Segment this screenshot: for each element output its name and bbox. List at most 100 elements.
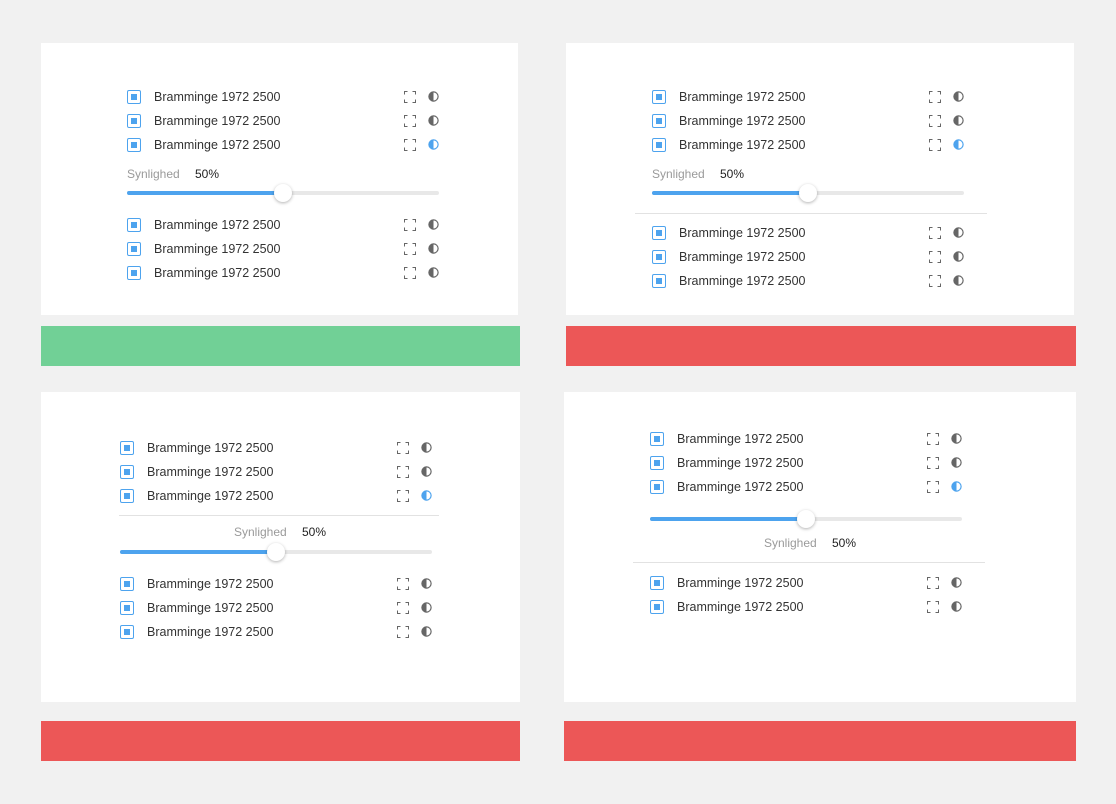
layer-checkbox[interactable] <box>127 90 141 104</box>
contrast-icon[interactable] <box>428 267 439 278</box>
contrast-icon[interactable] <box>953 115 964 126</box>
layer-row[interactable]: Bramminge 1972 2500 <box>127 85 442 109</box>
contrast-icon-active[interactable] <box>951 481 962 492</box>
opacity-slider[interactable] <box>120 543 432 561</box>
layer-checkbox[interactable] <box>650 576 664 590</box>
layer-row[interactable]: Bramminge 1972 2500 <box>650 451 965 475</box>
contrast-icon[interactable] <box>953 91 964 102</box>
fullscreen-icon[interactable] <box>404 91 416 103</box>
fullscreen-icon[interactable] <box>397 490 409 502</box>
layer-row[interactable]: Bramminge 1972 2500 <box>652 245 967 269</box>
layer-row[interactable]: Bramminge 1972 2500 <box>127 261 442 285</box>
layer-row[interactable]: Bramminge 1972 2500 <box>650 595 965 619</box>
contrast-icon-active[interactable] <box>428 139 439 150</box>
layer-row[interactable]: Bramminge 1972 2500 <box>120 436 435 460</box>
layer-checkbox[interactable] <box>127 242 141 256</box>
slider-thumb[interactable] <box>274 184 292 202</box>
layer-checkbox[interactable] <box>120 489 134 503</box>
fullscreen-icon[interactable] <box>927 457 939 469</box>
opacity-slider[interactable] <box>650 510 962 528</box>
fullscreen-icon[interactable] <box>929 227 941 239</box>
layer-row[interactable]: Bramminge 1972 2500 <box>127 213 442 237</box>
layer-row-active[interactable]: Bramminge 1972 2500 <box>120 484 435 508</box>
layer-row[interactable]: Bramminge 1972 2500 <box>652 85 967 109</box>
fullscreen-icon[interactable] <box>404 115 416 127</box>
fullscreen-icon[interactable] <box>404 219 416 231</box>
contrast-icon[interactable] <box>421 626 432 637</box>
fullscreen-icon[interactable] <box>397 578 409 590</box>
contrast-icon[interactable] <box>428 243 439 254</box>
layer-row[interactable]: Bramminge 1972 2500 <box>652 109 967 133</box>
fullscreen-icon[interactable] <box>404 243 416 255</box>
fullscreen-icon[interactable] <box>404 267 416 279</box>
contrast-icon[interactable] <box>428 219 439 230</box>
contrast-icon-active[interactable] <box>421 490 432 501</box>
contrast-icon[interactable] <box>951 457 962 468</box>
layer-checkbox[interactable] <box>120 465 134 479</box>
layer-checkbox[interactable] <box>650 432 664 446</box>
contrast-icon[interactable] <box>953 227 964 238</box>
contrast-icon[interactable] <box>421 578 432 589</box>
fullscreen-icon[interactable] <box>929 139 941 151</box>
fullscreen-icon[interactable] <box>397 442 409 454</box>
layer-checkbox[interactable] <box>650 600 664 614</box>
contrast-icon[interactable] <box>951 433 962 444</box>
fullscreen-icon[interactable] <box>929 275 941 287</box>
layer-row-active[interactable]: Bramminge 1972 2500 <box>127 133 442 157</box>
contrast-icon[interactable] <box>428 91 439 102</box>
slider-thumb[interactable] <box>799 184 817 202</box>
contrast-icon[interactable] <box>951 601 962 612</box>
layer-checkbox[interactable] <box>127 218 141 232</box>
layer-checkbox[interactable] <box>127 114 141 128</box>
contrast-icon[interactable] <box>421 466 432 477</box>
fullscreen-icon[interactable] <box>397 466 409 478</box>
slider-thumb[interactable] <box>267 543 285 561</box>
layer-row[interactable]: Bramminge 1972 2500 <box>127 109 442 133</box>
layer-checkbox[interactable] <box>120 625 134 639</box>
contrast-icon[interactable] <box>953 275 964 286</box>
fullscreen-icon[interactable] <box>927 481 939 493</box>
layer-checkbox[interactable] <box>127 266 141 280</box>
fullscreen-icon[interactable] <box>927 577 939 589</box>
fullscreen-icon[interactable] <box>397 602 409 614</box>
opacity-slider[interactable] <box>127 184 439 202</box>
layer-row[interactable]: Bramminge 1972 2500 <box>650 427 965 451</box>
contrast-icon[interactable] <box>953 251 964 262</box>
contrast-icon[interactable] <box>421 442 432 453</box>
layer-row[interactable]: Bramminge 1972 2500 <box>652 269 967 293</box>
layer-checkbox[interactable] <box>652 250 666 264</box>
layer-row[interactable]: Bramminge 1972 2500 <box>120 596 435 620</box>
fullscreen-icon[interactable] <box>929 251 941 263</box>
layer-row[interactable]: Bramminge 1972 2500 <box>652 221 967 245</box>
layer-checkbox[interactable] <box>652 274 666 288</box>
layer-checkbox[interactable] <box>652 226 666 240</box>
layer-row-active[interactable]: Bramminge 1972 2500 <box>650 475 965 499</box>
layer-checkbox[interactable] <box>120 601 134 615</box>
layer-row[interactable]: Bramminge 1972 2500 <box>120 620 435 644</box>
layer-checkbox[interactable] <box>652 114 666 128</box>
opacity-slider[interactable] <box>652 184 964 202</box>
layer-checkbox[interactable] <box>652 138 666 152</box>
layer-row[interactable]: Bramminge 1972 2500 <box>650 571 965 595</box>
contrast-icon[interactable] <box>951 577 962 588</box>
layer-checkbox[interactable] <box>120 577 134 591</box>
layer-row-active[interactable]: Bramminge 1972 2500 <box>652 133 967 157</box>
contrast-icon[interactable] <box>421 602 432 613</box>
contrast-icon-active[interactable] <box>953 139 964 150</box>
contrast-icon[interactable] <box>428 115 439 126</box>
fullscreen-icon[interactable] <box>929 91 941 103</box>
layer-checkbox[interactable] <box>650 480 664 494</box>
layer-row[interactable]: Bramminge 1972 2500 <box>120 572 435 596</box>
layer-checkbox[interactable] <box>127 138 141 152</box>
fullscreen-icon[interactable] <box>404 139 416 151</box>
layer-checkbox[interactable] <box>652 90 666 104</box>
fullscreen-icon[interactable] <box>927 601 939 613</box>
slider-thumb[interactable] <box>797 510 815 528</box>
fullscreen-icon[interactable] <box>397 626 409 638</box>
fullscreen-icon[interactable] <box>927 433 939 445</box>
layer-row[interactable]: Bramminge 1972 2500 <box>127 237 442 261</box>
layer-row[interactable]: Bramminge 1972 2500 <box>120 460 435 484</box>
layer-checkbox[interactable] <box>120 441 134 455</box>
fullscreen-icon[interactable] <box>929 115 941 127</box>
layer-checkbox[interactable] <box>650 456 664 470</box>
